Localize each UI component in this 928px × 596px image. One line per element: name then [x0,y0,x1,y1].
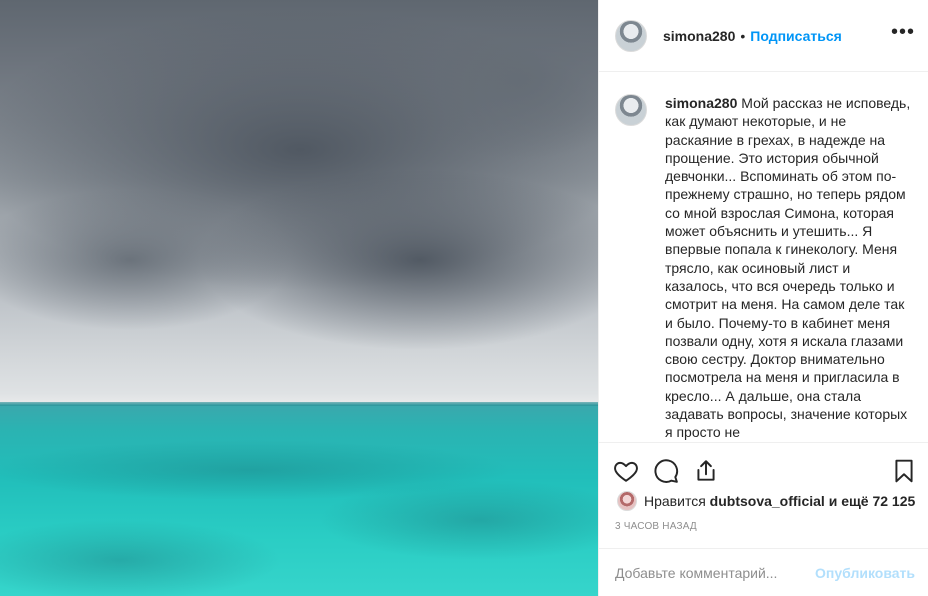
caption-username[interactable]: simona280 [665,95,737,111]
caption-avatar[interactable] [615,94,647,126]
likes-prefix: Нравится [644,493,706,509]
bookmark-icon[interactable] [891,458,917,484]
caption-text: Мой рассказ не исповедь, как думают неко… [665,95,911,441]
heart-icon[interactable] [613,458,639,484]
post-header: simona280 • Подписаться ••• [599,0,928,72]
follow-button[interactable]: Подписаться [750,28,842,44]
liker-username[interactable]: dubtsova_official [710,493,825,509]
share-icon[interactable] [693,458,719,484]
comment-input[interactable] [615,564,816,581]
publish-button[interactable]: Опубликовать [815,565,915,581]
likes-row: Нравится dubtsova_official и ещё 72 125 [617,491,915,511]
comment-form: Опубликовать [599,548,928,596]
post-photo[interactable] [0,0,598,596]
separator-dot: • [740,27,746,44]
post-timestamp[interactable]: 3 ЧАСОВ НАЗАД [615,521,697,532]
comment-icon[interactable] [653,458,679,484]
action-bar [599,451,928,491]
post-side-panel: simona280 • Подписаться ••• simona280 Мо… [598,0,928,596]
more-options-icon[interactable]: ••• [891,22,915,42]
liker-avatar[interactable] [617,491,637,511]
caption-section[interactable]: simona280 Мой рассказ не исповедь, как д… [599,72,928,443]
caption-row: simona280 Мой рассказ не исповедь, как д… [615,94,913,442]
username-link[interactable]: simona280 [663,28,735,44]
likes-count[interactable]: и ещё 72 125 [829,493,916,509]
avatar[interactable] [615,19,647,52]
caption: simona280 Мой рассказ не исповедь, как д… [665,94,913,442]
photo-scene [0,0,598,596]
